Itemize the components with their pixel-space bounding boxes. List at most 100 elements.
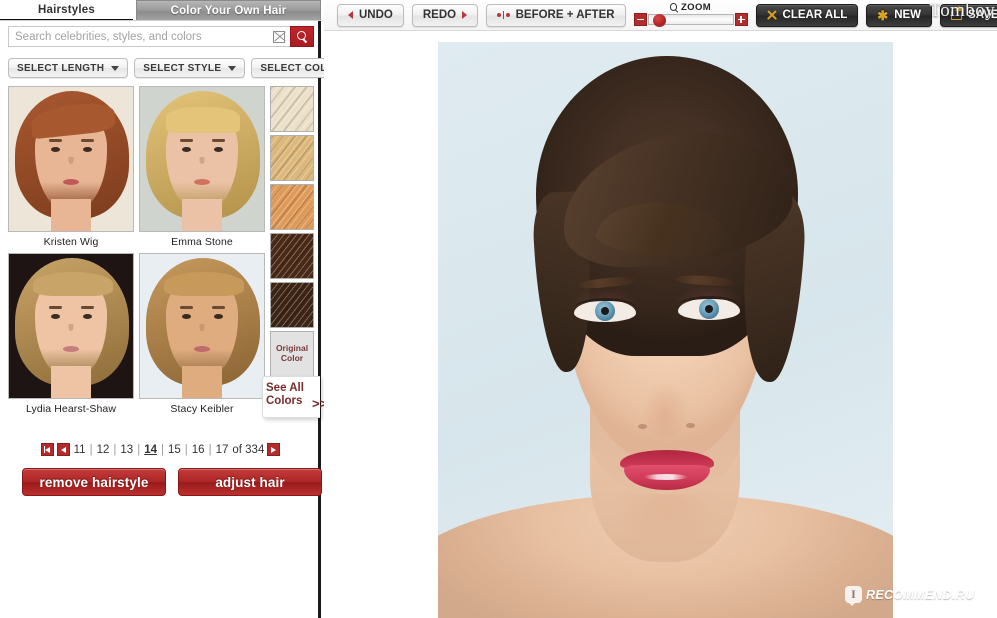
zoom-out-button[interactable] bbox=[633, 12, 647, 26]
celebrity-portrait bbox=[140, 87, 264, 231]
color-swatch-original-color[interactable]: Original Color bbox=[270, 331, 314, 377]
page-separator: | bbox=[89, 443, 93, 456]
select-length-dropdown[interactable]: SELECT LENGTH bbox=[8, 58, 129, 78]
page-separator: | bbox=[137, 443, 141, 456]
page-link-16[interactable]: 16 bbox=[191, 444, 206, 456]
page-link-current[interactable]: 14 bbox=[143, 444, 158, 456]
page-link-17[interactable]: 17 bbox=[215, 444, 230, 456]
color-swatch-strawberry-copper[interactable] bbox=[270, 184, 314, 230]
list-item[interactable]: Lydia Hearst-Shaw bbox=[8, 253, 134, 420]
celebrity-name: Emma Stone bbox=[171, 236, 233, 248]
before-after-button[interactable]: BEFORE + AFTER bbox=[486, 3, 626, 27]
celebrity-grid: Kristen Wig Emma Stone Lydia Hearst-Shaw bbox=[8, 86, 266, 420]
celebrity-thumbnail[interactable] bbox=[8, 86, 134, 232]
search-submit-button[interactable] bbox=[290, 26, 314, 47]
zoom-slider[interactable] bbox=[633, 12, 748, 27]
clear-all-button[interactable]: CLEAR ALL bbox=[755, 3, 859, 27]
portrait-neck bbox=[51, 199, 91, 231]
new-button[interactable]: ✱ NEW bbox=[866, 3, 933, 27]
save-or-share-button[interactable]: SAVE OR SHARE bbox=[940, 3, 997, 27]
photo-canvas[interactable] bbox=[324, 31, 997, 618]
select-style-dropdown[interactable]: SELECT STYLE bbox=[134, 58, 246, 78]
page-total-label: of 334 bbox=[232, 443, 265, 456]
celebrity-row: Lydia Hearst-Shaw Stacy Keibler bbox=[8, 253, 266, 420]
model-chin bbox=[614, 494, 720, 544]
portrait-eye-left bbox=[182, 147, 191, 152]
adjust-hair-button[interactable]: adjust hair bbox=[178, 468, 322, 496]
tab-hairstyles-label: Hairstyles bbox=[38, 3, 95, 16]
sidebar-actions: remove hairstyle adjust hair bbox=[22, 468, 322, 496]
sidebar-tabs: Hairstyles Color Your Own Hair bbox=[0, 0, 321, 21]
tab-color-your-own-hair[interactable]: Color Your Own Hair bbox=[136, 0, 321, 21]
chevron-left-icon bbox=[348, 11, 353, 19]
celebrity-portrait bbox=[140, 254, 264, 398]
save-or-share-label: SAVE OR SHARE bbox=[968, 9, 997, 21]
magnifier-icon bbox=[296, 31, 308, 42]
portrait-eye-left bbox=[182, 314, 191, 319]
page-link-11[interactable]: 11 bbox=[73, 444, 87, 456]
clear-x-icon[interactable] bbox=[273, 31, 285, 43]
list-item[interactable]: Emma Stone bbox=[139, 86, 265, 253]
clear-all-label: CLEAR ALL bbox=[782, 9, 848, 21]
hair-texture bbox=[271, 136, 313, 180]
page-separator: | bbox=[113, 443, 117, 456]
portrait-nose bbox=[199, 324, 205, 331]
portrait-brow-left bbox=[180, 306, 193, 309]
zoom-in-button[interactable] bbox=[734, 12, 748, 26]
new-label: NEW bbox=[894, 9, 922, 21]
portrait-eye-right bbox=[83, 147, 92, 152]
undo-button[interactable]: UNDO bbox=[337, 3, 404, 27]
color-swatch-golden-blonde[interactable] bbox=[270, 135, 314, 181]
zoom-label: ZOOM bbox=[680, 1, 712, 13]
portrait-brow-right bbox=[81, 139, 94, 142]
portrait-eye-left bbox=[51, 314, 60, 319]
tab-hairstyles[interactable]: Hairstyles bbox=[0, 0, 133, 21]
tab-color-your-own-hair-label: Color Your Own Hair bbox=[170, 5, 287, 17]
zoom-slider-handle[interactable] bbox=[652, 13, 666, 27]
portrait-neck bbox=[51, 366, 91, 398]
chevron-down-icon bbox=[111, 65, 120, 71]
pagination: 11 | 12 | 13 | 14 | 15 | 16 | 17 of 334 bbox=[0, 443, 321, 456]
undo-label: UNDO bbox=[359, 9, 393, 21]
list-item[interactable]: Kristen Wig bbox=[8, 86, 134, 253]
first-page-icon[interactable] bbox=[40, 443, 54, 456]
page-separator: | bbox=[160, 443, 164, 456]
celebrity-name: Lydia Hearst-Shaw bbox=[25, 403, 117, 415]
portrait-lips bbox=[194, 179, 210, 185]
see-all-line2: Colors bbox=[266, 395, 303, 408]
remove-hairstyle-button[interactable]: remove hairstyle bbox=[22, 468, 166, 496]
zoom-slider-track[interactable] bbox=[647, 13, 734, 27]
portrait-lips bbox=[63, 179, 79, 185]
select-style-label: SELECT STYLE bbox=[143, 62, 222, 74]
hair-texture bbox=[271, 87, 313, 131]
page-link-15[interactable]: 15 bbox=[167, 444, 182, 456]
model-nostril-left bbox=[638, 424, 647, 429]
page-separator: | bbox=[184, 443, 188, 456]
list-item[interactable]: Stacy Keibler bbox=[139, 253, 265, 420]
model-nostril-right bbox=[686, 423, 695, 428]
color-swatch-dark-brown[interactable] bbox=[270, 282, 314, 328]
select-length-label: SELECT LENGTH bbox=[17, 62, 105, 74]
color-swatch-dark-auburn[interactable] bbox=[270, 233, 314, 279]
magnifier-icon bbox=[669, 3, 678, 11]
prev-page-icon[interactable] bbox=[56, 443, 70, 456]
model-lips bbox=[620, 450, 714, 490]
before-after-icon bbox=[497, 11, 510, 19]
search-input[interactable]: Search celebrities, styles, and colors bbox=[8, 26, 290, 47]
zoom-control: ZOOM bbox=[633, 1, 748, 29]
editor-panel: UNDO REDO BEFORE + AFTER ZOOM CLEAR ALL … bbox=[324, 0, 997, 618]
redo-button[interactable]: REDO bbox=[411, 3, 479, 27]
model-photo[interactable] bbox=[438, 42, 893, 618]
celebrity-thumbnail[interactable] bbox=[139, 86, 265, 232]
next-page-icon[interactable] bbox=[267, 443, 281, 456]
portrait-lips bbox=[194, 346, 210, 352]
celebrity-name: Kristen Wig bbox=[43, 236, 99, 248]
celebrity-thumbnail[interactable] bbox=[139, 253, 265, 399]
page-link-12[interactable]: 12 bbox=[96, 444, 111, 456]
model-eye-left bbox=[570, 286, 640, 324]
celebrity-portrait bbox=[9, 254, 133, 398]
color-swatch-platinum-blonde[interactable] bbox=[270, 86, 314, 132]
celebrity-thumbnail[interactable] bbox=[8, 253, 134, 399]
portrait-brow-right bbox=[212, 139, 225, 142]
page-link-13[interactable]: 13 bbox=[119, 444, 134, 456]
